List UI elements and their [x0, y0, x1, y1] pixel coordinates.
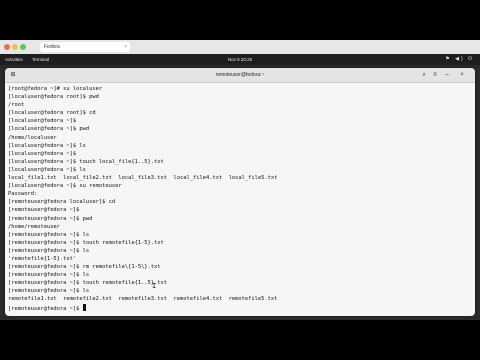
terminal-line: local_file1.txt local_file2.txt local_fi…: [8, 175, 278, 182]
mouse-ibeam-cursor-icon: I: [152, 282, 157, 290]
terminal-line: [localuser@fedora ~]$ touch local_file{1…: [8, 158, 164, 165]
gnome-top-bar: Activities Terminal Nov 8 20:25 ⚑ ◀) ⏻: [0, 54, 480, 65]
terminal-line: [localuser@fedora root]$ cd: [8, 110, 96, 117]
close-icon[interactable]: ×: [457, 71, 467, 79]
terminal-line: [remoteuser@fedora localuser]$ cd: [8, 199, 116, 206]
terminal-line: [remoteuser@fedora ~]$: [8, 207, 80, 214]
text-cursor-icon: [82, 303, 86, 311]
terminal-line: [remoteuser@fedora ~]$ ls: [8, 288, 90, 295]
terminal-output[interactable]: [root@fedora ~]# su localuser [localuser@…: [8, 85, 472, 315]
terminal-line: [remoteuser@fedora ~]$ touch remotefile{…: [8, 239, 164, 246]
terminal-line: [remoteuser@fedora ~]$ ls: [8, 231, 90, 238]
terminal-line: /home/remoteuser: [8, 223, 60, 230]
terminal-line: [localuser@fedora ~]$ su remoteuser: [8, 183, 122, 190]
terminal-window: ⊞ remoteuser@fedora:~ ⌕ ≡ – × [root@fedo…: [5, 68, 475, 316]
screen-frame: Fedora × Activities Terminal Nov 8 20:25…: [0, 40, 480, 320]
maximize-window-icon[interactable]: [20, 44, 26, 50]
terminal-header-bar: ⊞ remoteuser@fedora:~ ⌕ ≡ – ×: [5, 68, 475, 83]
browser-tab-bar: Fedora ×: [0, 40, 480, 55]
close-window-icon[interactable]: [4, 44, 10, 50]
terminal-line: [localuser@fedora ~]$ ls: [8, 166, 86, 173]
terminal-line: [localuser@fedora ~]$: [8, 118, 77, 125]
terminal-line: 'remotefile{1-5}.txt': [8, 255, 77, 262]
terminal-title: remoteuser@fedora:~: [215, 72, 265, 78]
minimize-window-icon[interactable]: [12, 44, 18, 50]
terminal-line: [localuser@fedora ~]$ pwd: [8, 126, 90, 133]
terminal-line: [localuser@fedora ~]$: [8, 150, 77, 157]
terminal-line: [localuser@fedora ~]$ ls: [8, 142, 86, 149]
search-icon[interactable]: ⌕: [419, 71, 429, 79]
terminal-line: remotefile1.txt remotefile2.txt remotefi…: [8, 296, 278, 303]
terminal-line: [localuser@fedora root]$ pwd: [8, 94, 99, 101]
browser-tab-title: Fedora: [44, 44, 60, 50]
browser-tab[interactable]: Fedora ×: [40, 42, 130, 52]
terminal-line: [remoteuser@fedora ~]$ rm remotefile\{1-…: [8, 264, 161, 271]
terminal-prompt-line[interactable]: [remoteuser@fedora ~]$: [8, 303, 472, 312]
tab-close-icon[interactable]: ×: [124, 42, 127, 52]
system-tray[interactable]: ⚑ ◀) ⏻: [445, 54, 474, 65]
terminal-line: /home/localuser: [8, 134, 57, 141]
terminal-line: Password:: [8, 191, 38, 198]
terminal-line: [root@fedora ~]# su localuser: [8, 86, 103, 92]
clock[interactable]: Nov 8 20:25: [0, 54, 480, 65]
terminal-line: [remoteuser@fedora ~]$ touch remotefile{…: [8, 280, 168, 287]
desktop: ⊞ remoteuser@fedora:~ ⌕ ≡ – × [root@fedo…: [0, 65, 480, 320]
terminal-line: /root: [8, 102, 25, 109]
hamburger-menu-icon[interactable]: ≡: [430, 71, 440, 79]
terminal-line: [remoteuser@fedora ~]$ pwd: [8, 215, 93, 222]
terminal-line: [remoteuser@fedora ~]$ ls: [8, 247, 90, 254]
minimize-icon[interactable]: –: [442, 71, 452, 79]
terminal-prompt: [remoteuser@fedora ~]$: [8, 305, 83, 312]
terminal-line: [remoteuser@fedora ~]$ ls: [8, 272, 90, 279]
